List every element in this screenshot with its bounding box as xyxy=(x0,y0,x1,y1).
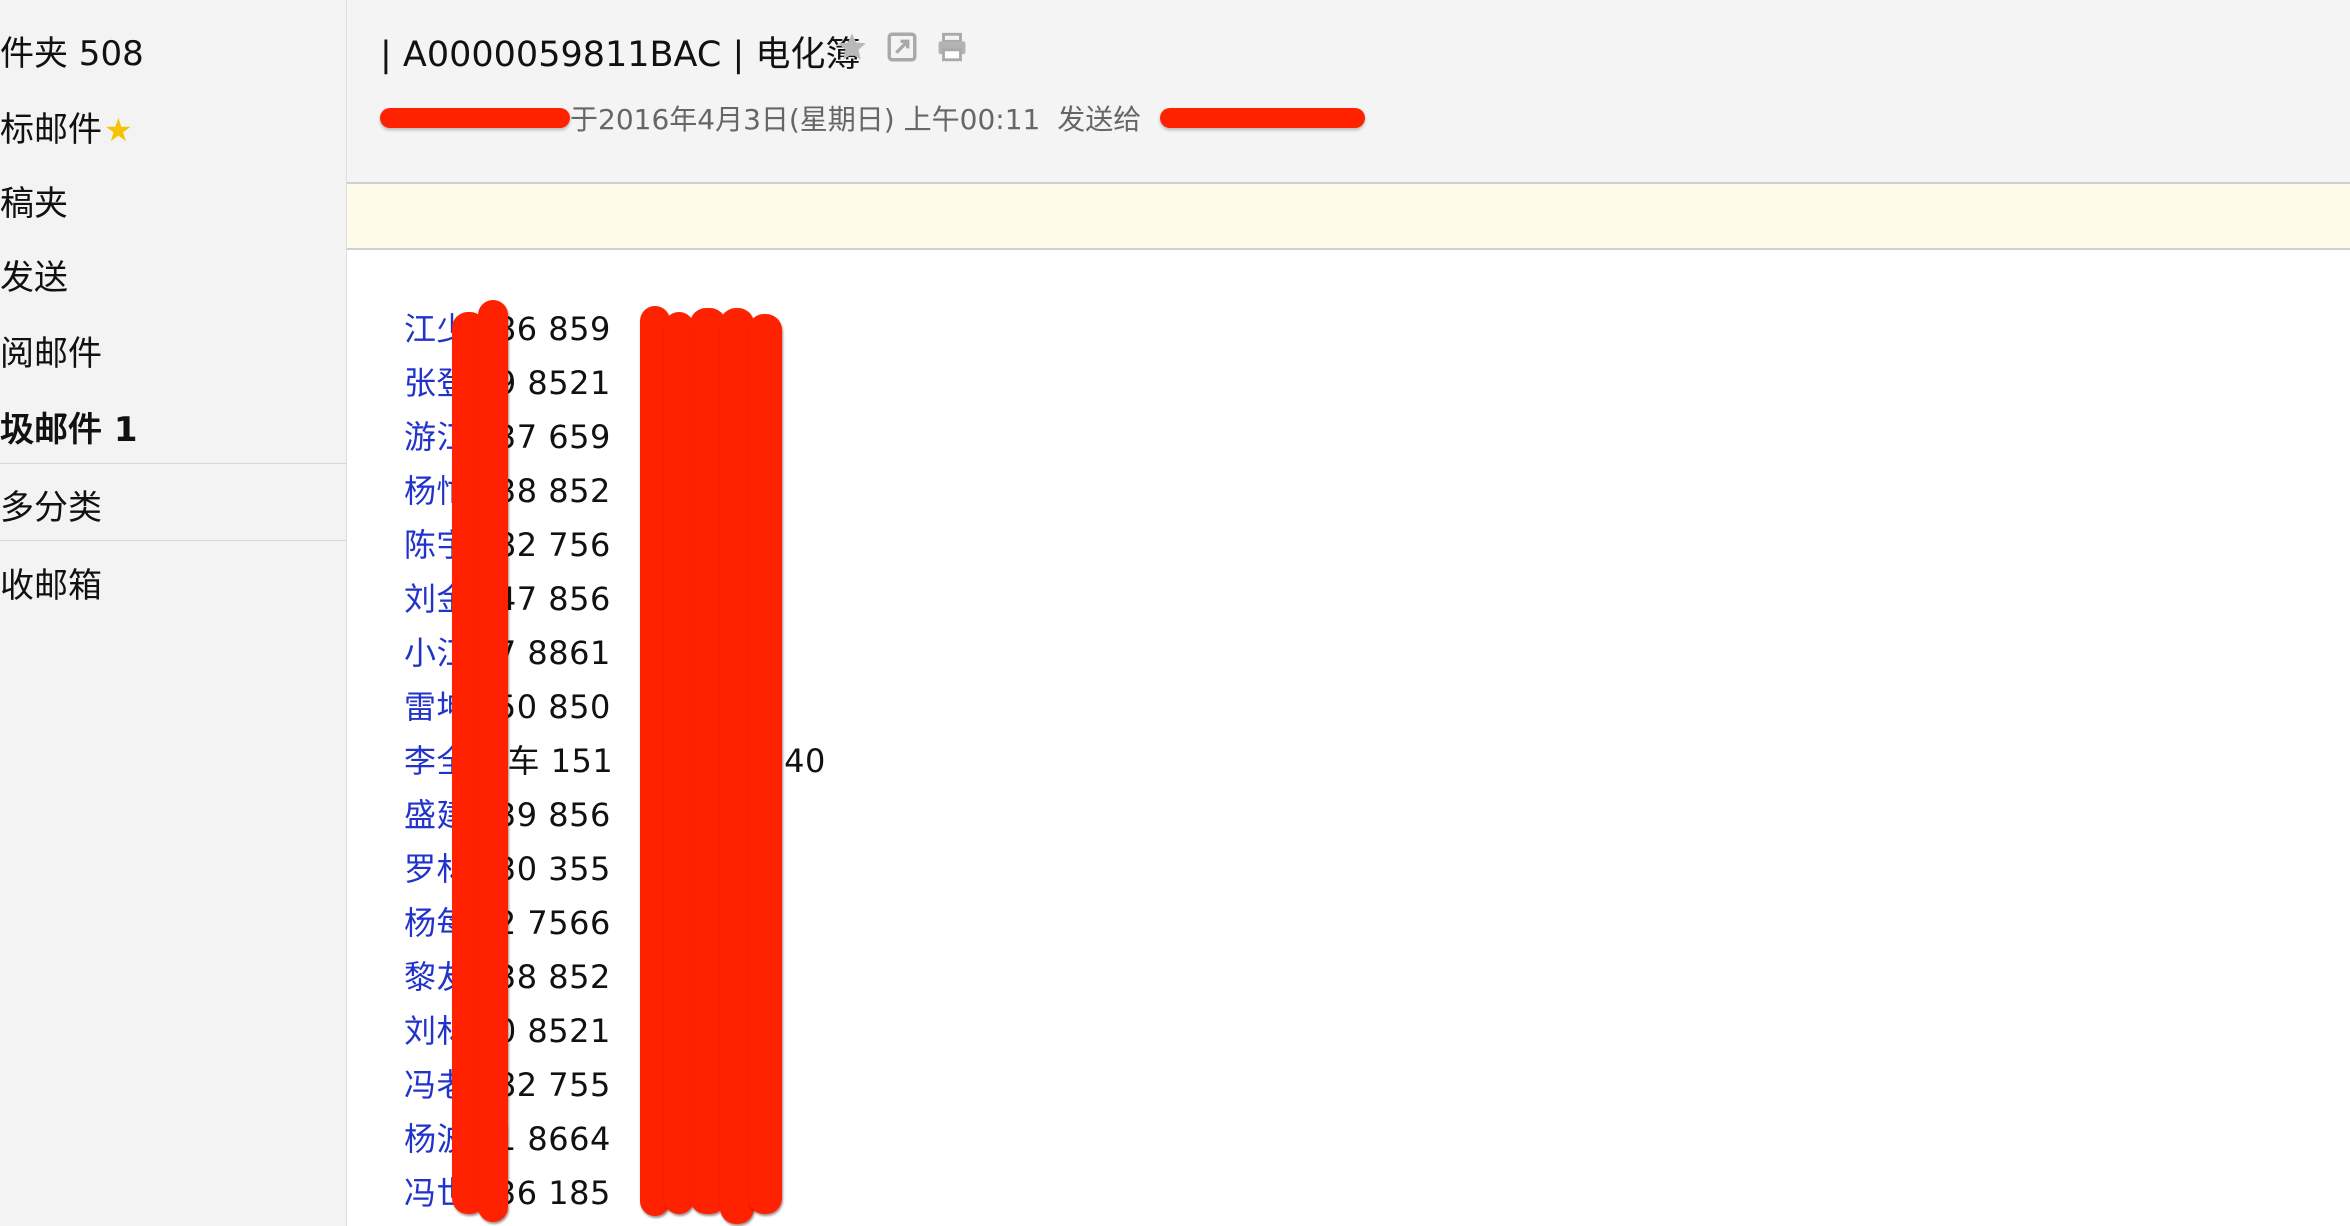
sender-redaction xyxy=(380,108,570,128)
notice-bar xyxy=(347,184,2350,250)
sidebar-item-drafts[interactable]: 稿夹 xyxy=(0,176,68,225)
folder-sidebar: 件夹 508 标邮件★ 稿夹 发送 阅邮件 圾邮件 1 多分类 收邮箱 xyxy=(0,0,347,1226)
redaction-mark xyxy=(748,314,782,1214)
sidebar-divider xyxy=(0,540,346,541)
redaction-mark xyxy=(478,300,508,1222)
sent-date: 于2016年4月3日(星期日) 上午00:11 xyxy=(570,103,1041,136)
sidebar-item-other-mailboxes[interactable]: 收邮箱 xyxy=(0,558,102,607)
sidebar-item-folders[interactable]: 件夹 508 xyxy=(0,26,144,75)
recipient-redaction xyxy=(1160,108,1366,128)
email-meta: 于2016年4月3日(星期日) 上午00:11 发送给 xyxy=(380,98,1366,138)
sidebar-divider xyxy=(0,463,346,464)
sidebar-item-subscriptions[interactable]: 阅邮件 xyxy=(0,326,102,375)
email-header: | A0000059811BAC | 电化簿 于2016年4月3日(星期日) 上… xyxy=(347,0,2350,184)
star-icon: ★ xyxy=(104,111,133,149)
star-icon[interactable] xyxy=(835,30,869,64)
print-icon[interactable] xyxy=(935,30,969,64)
pop-out-icon[interactable] xyxy=(885,30,919,64)
sidebar-item-spam[interactable]: 圾邮件 1 xyxy=(0,402,138,451)
send-to-label: 发送给 xyxy=(1057,103,1142,136)
email-subject: | A0000059811BAC | 电化簿 xyxy=(380,35,861,75)
sidebar-item-sent[interactable]: 发送 xyxy=(0,250,68,299)
sidebar-item-starred[interactable]: 标邮件★ xyxy=(0,102,133,151)
sidebar-item-more-categories[interactable]: 多分类 xyxy=(0,480,102,529)
